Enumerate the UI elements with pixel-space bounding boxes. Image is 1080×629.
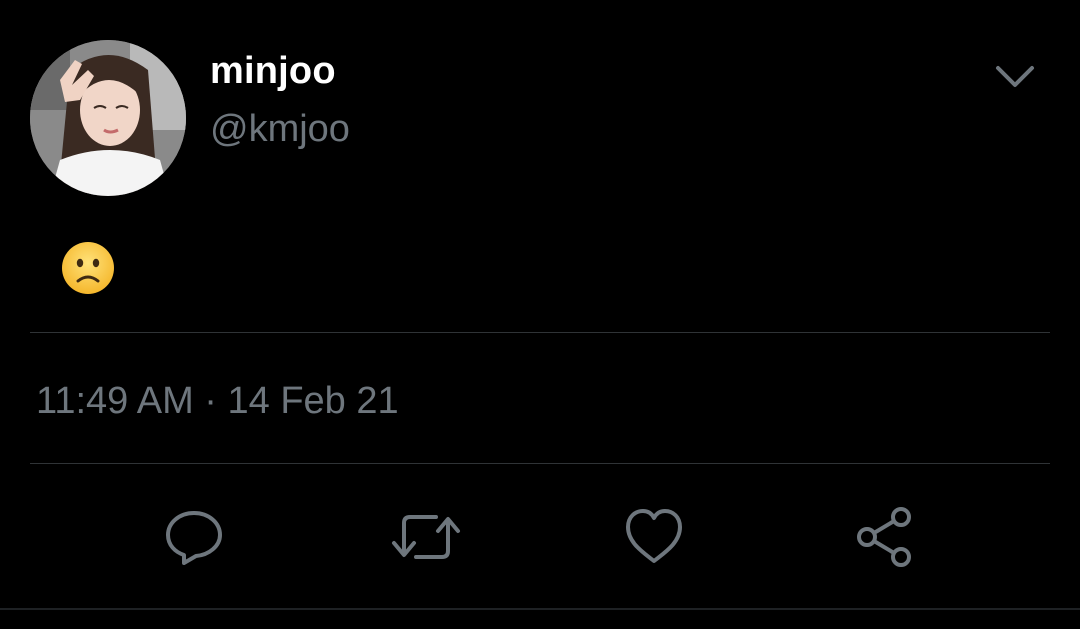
retweet-button[interactable] xyxy=(390,505,460,569)
tweet-detail: minjoo @kmjoo 11:49 AM · 14 Feb 21 xyxy=(0,0,1080,629)
share-icon xyxy=(857,507,911,567)
like-button[interactable] xyxy=(622,505,686,569)
slightly-frowning-face-icon xyxy=(62,242,114,294)
divider xyxy=(0,608,1080,610)
tweet-text xyxy=(60,240,120,300)
avatar[interactable] xyxy=(30,40,186,196)
more-options-button[interactable] xyxy=(990,58,1040,98)
divider xyxy=(30,463,1050,464)
retweet-icon xyxy=(392,515,460,559)
reply-icon xyxy=(166,511,222,565)
author-display-name[interactable]: minjoo xyxy=(210,50,336,93)
divider xyxy=(30,332,1050,333)
share-button[interactable] xyxy=(853,505,917,569)
tweet-timestamp[interactable]: 11:49 AM · 14 Feb 21 xyxy=(36,380,399,423)
chevron-down-icon xyxy=(996,66,1034,87)
author-handle[interactable]: @kmjoo xyxy=(210,108,350,151)
avatar-photo xyxy=(30,40,186,196)
heart-icon xyxy=(626,509,682,563)
reply-button[interactable] xyxy=(162,505,226,569)
